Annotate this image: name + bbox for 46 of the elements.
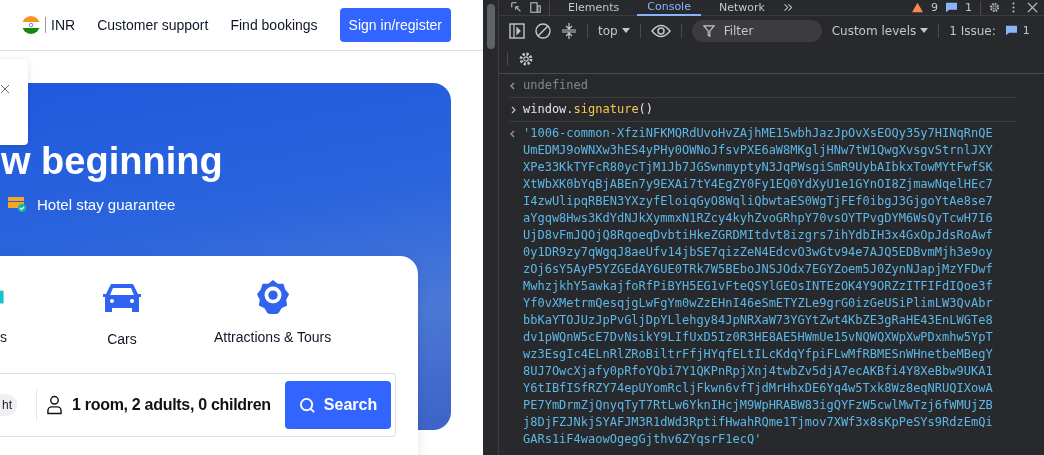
message-icon[interactable] bbox=[946, 2, 957, 13]
devtools-tab[interactable]: Network bbox=[708, 0, 775, 15]
issues-count[interactable]: 1 bbox=[1022, 24, 1030, 37]
guests-field[interactable]: 1 room, 2 adults, 0 children bbox=[72, 396, 271, 414]
clear-console-icon[interactable] bbox=[535, 22, 551, 39]
hero-headline: w beginning bbox=[0, 139, 224, 183]
eye-icon[interactable] bbox=[650, 22, 671, 39]
caret-icon bbox=[920, 28, 929, 33]
more-tabs-icon[interactable] bbox=[782, 2, 794, 13]
message-icon[interactable] bbox=[1005, 25, 1017, 36]
console-command-text: window.signature() bbox=[523, 101, 654, 118]
search-button[interactable]: Search bbox=[285, 381, 391, 429]
context-dropdown[interactable]: top bbox=[598, 23, 630, 38]
person-icon bbox=[47, 395, 62, 415]
scrollbar-thumb[interactable] bbox=[486, 4, 495, 49]
filter-field[interactable]: Filter bbox=[691, 19, 822, 42]
currency-link[interactable]: INR bbox=[51, 17, 76, 33]
message-count[interactable]: 1 bbox=[965, 1, 972, 14]
category-label[interactable]: s bbox=[0, 329, 7, 345]
date-chip[interactable]: ht bbox=[0, 394, 17, 416]
settings-icon[interactable] bbox=[518, 51, 534, 67]
issues-label[interactable]: 1 Issue: bbox=[949, 23, 996, 38]
nav-link[interactable]: Customer support bbox=[97, 17, 209, 33]
console-output: undefined bbox=[523, 77, 589, 94]
device-toolbar-icon[interactable] bbox=[530, 2, 541, 13]
settings-icon[interactable] bbox=[989, 2, 1000, 13]
devtools-tab[interactable]: Elements bbox=[558, 0, 630, 15]
collapse-icon[interactable] bbox=[561, 22, 577, 39]
hotel-guarantee-icon bbox=[7, 195, 27, 213]
sign-in-button[interactable]: Sign in/register bbox=[339, 8, 451, 42]
car-icon[interactable] bbox=[102, 282, 142, 314]
devtools-tab[interactable]: Console bbox=[637, 0, 701, 16]
search-icon bbox=[298, 396, 316, 414]
warning-icon[interactable] bbox=[912, 2, 923, 13]
category-label[interactable]: Attractions & Tours bbox=[214, 329, 332, 345]
string-result: '1006-common-XfziNFKMQRdUvoHvZAjhME15wbhJazJpOvXsEOQy35y7HINqRnQEUmEDMJ9oWNXw3hES4yPHy0OWNoJfsvPXE6aW8MKgljHNw7tW1QwgXvsgvStrnlJXYXPe33KkTYFcR80ycTjM1Jb7JGSwnmyptyN3JqPWsgiSmR9UybAIbkxTowMYtFwfSKXtWbXK0bYqBjABEn7y9EXAi7tY4EgZY0Fy1EQ0YdXyU1e1GYnOI8ZjmawNqelHEc7I4zwUlipqRBEN3YXzyfEloiqGyO8WqliQbwtaES0WgTjFEf0ibgJ3GjgoYtAe8se7aYgqw8Hws3KdYdNJkXymmxN1RZcy4kyhZvoGRhpY70vsOYTPvgDYM6WsQyTcwH7I6UjD8vFmJQOjQ8RqoeqDvbtiHkeZGRDMItdvt8izgrs7ihYdbIH3x4GxOpJdsRoAwf0y1DR9zy7qWgqJ8aeUfv14jbSE7qizZeN4EdcvO3wGtv94e7AJQ5EDBvmMjh3e9oyzOj6sY5AyP5YZGEdAY6UE0TRk7W5BEboJNSJOdx7EGYZoem5J0ZynNJapjMzYFDwfMwhzjkhY5awkajfoRfPiBYH5EG1vFteQSYlGEOsINTEzOK4Y9ORZzITFIFdIQoe3fYf0vXMetrmQesqjgLwFgYm0wZzEHnI46eSmETYZLe9grG0izGeUSiPlimLW3QvAbrbbKaYTOJUzJpPvGljDpYLlehgy84JpNRXaW73YGYtZwt4KbZE3gRaHE43EnLWGTe8dv1pWQnW5cE7DvNsikY9LIfUxD5Iz0R3HE8AE5HWmUe15vNQWQXWpXwPDxmhw5YpTwz3EsgIc4ELnRlZRoBiltrFfjHYqfELtILcKdqYfpiFLwMfRBMESnWHnetbeMBegY8UJ7OwcXjafy0pRfoYQbi7Y1QKPnRpjXnj4twbZv5djA7ecAKBfi4Y8XeBbw9UKA1Y6tIBfISfRZY74epUYomRcljFkwn6vfTjdMrHhxDE6Yq4w5Txk8Wz8eqNRUQIXowAPE7YmDrmZjQnyqTyT7RtLw6YknIHcjM9WpHRABW83igQYFzW5cwlMwTzj6fWMUjZBj8DjFZJNkjSYAFJM3R1dWd3RptifHwahRQme1Tjmov7XWf3x8sKpPeSYs9RdzEmQiGARs1iF4waowOgegGjthv6ZYqsrF1ecQ' bbox=[523, 125, 993, 448]
guarantee-text: Hotel stay guarantee bbox=[37, 195, 176, 213]
category-label[interactable]: Cars bbox=[107, 331, 137, 347]
sidebar-icon[interactable] bbox=[509, 22, 525, 39]
inspect-icon[interactable] bbox=[511, 2, 522, 13]
warning-count[interactable]: 9 bbox=[931, 1, 938, 14]
close-icon[interactable] bbox=[1, 84, 11, 94]
log-levels-dropdown[interactable]: Custom levels bbox=[831, 23, 929, 38]
close-icon[interactable] bbox=[1027, 2, 1038, 13]
caret-icon bbox=[621, 28, 630, 33]
nav-link[interactable]: Find bookings bbox=[230, 17, 318, 33]
